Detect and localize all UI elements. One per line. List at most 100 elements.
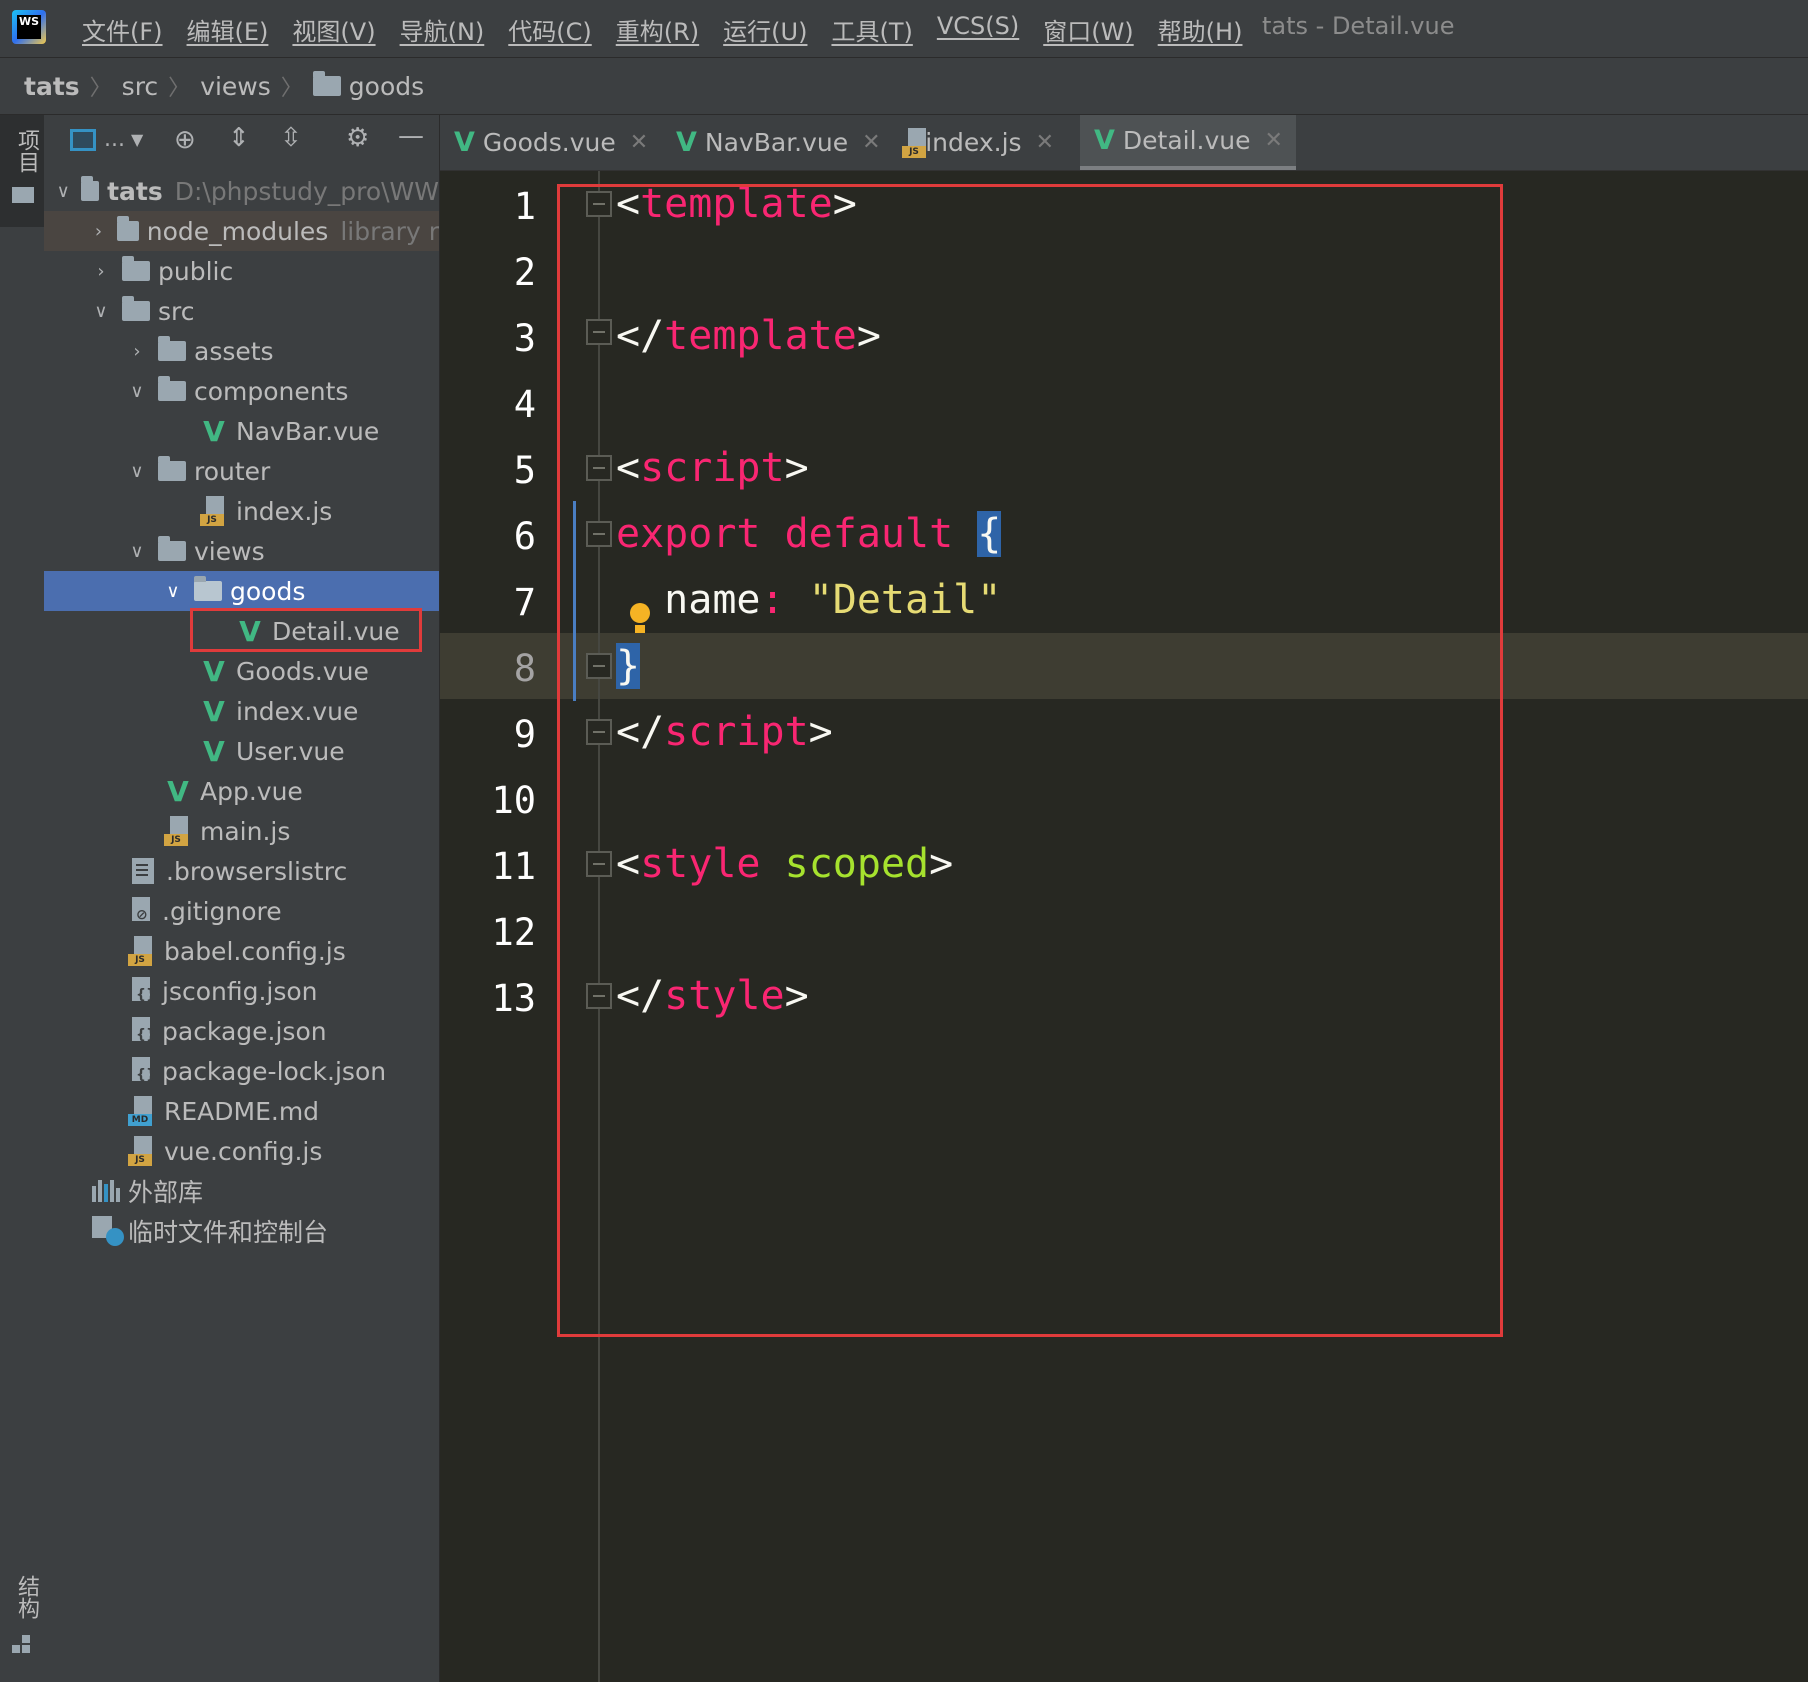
tree-item-main-js[interactable]: JS main.js (44, 811, 439, 851)
tree-item-goods[interactable]: ∨ goods (44, 571, 439, 611)
vue-file-icon: V (203, 654, 225, 688)
tree-item-readme[interactable]: MD README.md (44, 1091, 439, 1131)
tree-item-navbar[interactable]: V NavBar.vue (44, 411, 439, 451)
chevron-down-icon[interactable]: ∨ (90, 301, 112, 322)
tree-item-browserslistrc[interactable]: .browserslistrc (44, 851, 439, 891)
breadcrumb-project[interactable]: tats (24, 72, 80, 101)
tab-index-js[interactable]: JS index.js ✕ (888, 115, 1068, 170)
locate-file-icon[interactable]: ⊕ (174, 125, 196, 155)
tree-item-root[interactable]: ∨ tats D:\phpstudy_pro\WW (44, 171, 439, 211)
chevron-down-icon[interactable]: ∨ (126, 541, 148, 562)
tree-item-package-json[interactable]: {} package.json (44, 1011, 439, 1051)
menu-run[interactable]: 运行(U) (711, 12, 819, 47)
tree-item-label: views (194, 536, 265, 566)
tree-item-router-index[interactable]: JS index.js (44, 491, 439, 531)
chevron-right-icon[interactable]: › (90, 261, 112, 282)
tree-item-label: 外部库 (128, 1178, 204, 1207)
js-file-icon: JS (128, 1136, 156, 1166)
tree-item-gitignore[interactable]: ⊘ .gitignore (44, 891, 439, 931)
tree-item-node-modules[interactable]: › node_modules library r (44, 211, 439, 251)
minimize-icon[interactable]: — (398, 121, 424, 151)
menu-file[interactable]: 文件(F) (70, 12, 175, 47)
structure-tool-button[interactable]: 结构 (0, 1575, 44, 1675)
tree-item-label: 临时文件和控制台 (128, 1218, 329, 1247)
tab-detail-vue[interactable]: V Detail.vue ✕ (1080, 115, 1296, 170)
tab-label: index.js (925, 128, 1022, 157)
gear-icon[interactable]: ⚙ (346, 123, 369, 153)
project-tool-button[interactable]: 项目 (0, 115, 44, 227)
library-icon (92, 1180, 122, 1202)
menu-navigate[interactable]: 导航(N) (388, 12, 497, 47)
menu-code[interactable]: 代码(C) (496, 12, 603, 47)
breadcrumb-src[interactable]: src (122, 72, 159, 101)
tab-label: Goods.vue (482, 128, 616, 157)
menu-view[interactable]: 视图(V) (280, 12, 387, 47)
menu-tools[interactable]: 工具(T) (819, 12, 924, 47)
folder-icon (122, 256, 150, 281)
tab-navbar-vue[interactable]: V NavBar.vue ✕ (662, 115, 881, 170)
project-panel-toolbar: ... ▼ ⊕ ⇕ ⇳ ⚙ — (44, 115, 439, 167)
tree-item-src[interactable]: ∨ src (44, 291, 439, 331)
folder-icon (158, 456, 186, 481)
folder-icon (12, 187, 34, 203)
close-icon[interactable]: ✕ (630, 130, 648, 155)
line-number: 11 (491, 845, 536, 888)
scratches-icon (92, 1216, 124, 1246)
chevron-right-icon[interactable]: › (126, 341, 148, 362)
chevron-right-icon[interactable]: › (90, 221, 107, 242)
tree-item-label: README.md (164, 1096, 320, 1126)
project-view-dropdown[interactable]: ... ▼ (70, 127, 143, 152)
tree-item-app-vue[interactable]: V App.vue (44, 771, 439, 811)
folder-icon (158, 376, 186, 401)
tree-item-scratches[interactable]: 临时文件和控制台 (44, 1211, 439, 1251)
folder-icon (312, 71, 341, 96)
markdown-file-icon: MD (128, 1096, 156, 1126)
tab-goods-vue[interactable]: V Goods.vue ✕ (440, 115, 652, 170)
tree-item-label: vue.config.js (164, 1136, 323, 1166)
menu-window[interactable]: 窗口(W) (1031, 12, 1145, 47)
tab-label: Detail.vue (1122, 126, 1251, 155)
tree-item-index-vue[interactable]: V index.vue (44, 691, 439, 731)
webstorm-logo-icon[interactable]: WS (12, 10, 46, 44)
code-editor[interactable]: 1 2 3 4 5 6 7 8 9 10 11 12 13 <template>… (440, 171, 1808, 1682)
line-number: 7 (513, 581, 536, 624)
tree-item-public[interactable]: › public (44, 251, 439, 291)
tree-item-components[interactable]: ∨ components (44, 371, 439, 411)
close-icon[interactable]: ✕ (862, 130, 880, 155)
menu-edit[interactable]: 编辑(E) (175, 12, 281, 47)
tree-item-goods-vue[interactable]: V Goods.vue (44, 651, 439, 691)
breadcrumb-goods[interactable]: goods (349, 72, 424, 101)
menu-help[interactable]: 帮助(H) (1146, 12, 1255, 47)
tree-item-jsconfig[interactable]: {} jsconfig.json (44, 971, 439, 1011)
tree-item-package-lock[interactable]: {} package-lock.json (44, 1051, 439, 1091)
tree-item-assets[interactable]: › assets (44, 331, 439, 371)
chevron-down-icon[interactable]: ∨ (56, 181, 71, 202)
line-number: 4 (513, 383, 536, 426)
collapse-all-icon[interactable]: ⇳ (280, 123, 302, 153)
vue-file-icon: V (454, 127, 475, 158)
tree-item-label: package-lock.json (162, 1056, 387, 1086)
breadcrumb-separator-icon: 〉 (280, 76, 303, 101)
tree-item-vue-config[interactable]: JS vue.config.js (44, 1131, 439, 1171)
close-icon[interactable]: ✕ (1265, 128, 1283, 153)
expand-all-icon[interactable]: ⇕ (228, 123, 250, 153)
chevron-down-icon[interactable]: ∨ (162, 581, 184, 602)
tree-item-user-vue[interactable]: V User.vue (44, 731, 439, 771)
js-file-icon: JS (128, 936, 156, 966)
breadcrumb-views[interactable]: views (200, 72, 271, 101)
tree-item-views[interactable]: ∨ views (44, 531, 439, 571)
chevron-down-icon[interactable]: ∨ (126, 461, 148, 482)
js-file-icon: JS (200, 496, 228, 526)
line-number: 12 (491, 911, 536, 954)
menu-vcs[interactable]: VCS(S) (925, 12, 1031, 47)
tree-item-router[interactable]: ∨ router (44, 451, 439, 491)
tree-item-babel-config[interactable]: JS babel.config.js (44, 931, 439, 971)
vue-file-icon: V (676, 127, 697, 158)
tree-item-label: goods (230, 576, 306, 606)
chevron-down-icon[interactable]: ∨ (126, 381, 148, 402)
project-tree: ∨ tats D:\phpstudy_pro\WW › node_modules… (44, 171, 439, 1251)
close-icon[interactable]: ✕ (1036, 130, 1054, 155)
tree-item-external-libraries[interactable]: 外部库 (44, 1171, 439, 1211)
menu-refactor[interactable]: 重构(R) (604, 12, 711, 47)
text-file-icon (132, 858, 154, 884)
